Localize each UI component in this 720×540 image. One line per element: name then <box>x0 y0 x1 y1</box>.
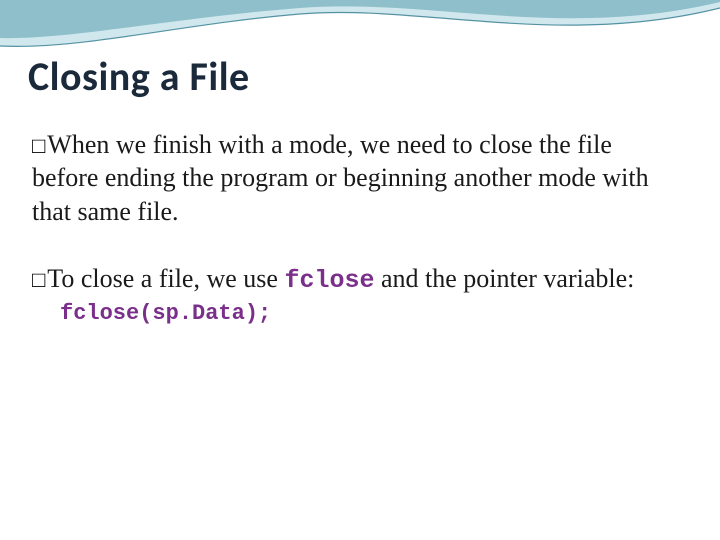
inline-code: fclose <box>284 266 374 295</box>
slide-title: Closing a File <box>28 52 250 101</box>
bullet-marker-icon: □ <box>32 132 45 160</box>
slide: Closing a File □When we finish with a mo… <box>0 0 720 540</box>
bullet-marker-icon: □ <box>32 266 45 294</box>
bullet-text: □To close a file, we use fclose and the … <box>32 262 680 297</box>
bullet-suffix: and the pointer variable: <box>374 264 634 293</box>
bullet-item: □When we finish with a mode, we need to … <box>32 128 680 228</box>
slide-content: □When we finish with a mode, we need to … <box>32 128 680 360</box>
code-line: fclose(sp.Data); <box>60 301 680 326</box>
bullet-body: When we finish with a mode, we need to c… <box>32 130 649 226</box>
bullet-text: □When we finish with a mode, we need to … <box>32 128 680 228</box>
bullet-item: □To close a file, we use fclose and the … <box>32 262 680 326</box>
bullet-prefix: To close a file, we use <box>47 264 284 293</box>
